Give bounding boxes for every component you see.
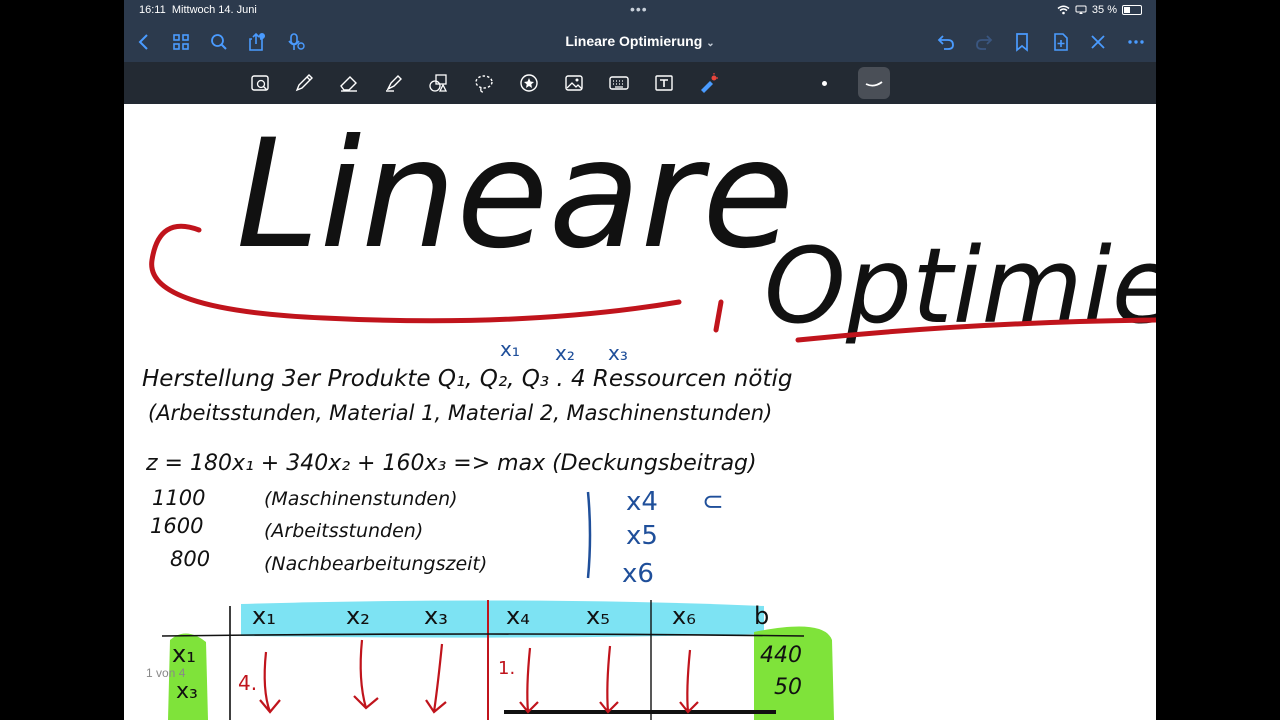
tableau-b-value: 440: [760, 643, 802, 668]
var-x2-top: x₂: [555, 341, 575, 365]
constraint-value: 1600: [150, 514, 203, 538]
ipad-screen: 16:11 Mittwoch 14. Juni ••• 35 % Lineare…: [124, 0, 1156, 720]
slack-var: x5: [626, 521, 658, 551]
undo-icon[interactable]: [934, 30, 958, 54]
tableau-header: x₂: [346, 602, 370, 630]
pen-size-dot-icon[interactable]: [822, 81, 827, 86]
note-line-resources: (Arbeitsstunden, Material 1, Material 2,…: [148, 401, 772, 425]
multitasking-dots[interactable]: •••: [630, 1, 648, 17]
close-icon[interactable]: [1086, 30, 1110, 54]
constraint-label: (Arbeitsstunden): [264, 520, 423, 542]
var-x1-top: x₁: [500, 337, 520, 361]
top-navigation: 16:11 Mittwoch 14. Juni ••• 35 % Lineare…: [124, 0, 1156, 62]
constraint-label: (Nachbearbeitungszeit): [264, 553, 487, 575]
tableau-header: x₆: [672, 602, 696, 630]
tableau-header: x₃: [424, 602, 448, 630]
title-chevron-down-icon: ⌄: [706, 38, 715, 49]
text-box-icon[interactable]: [651, 70, 677, 96]
slack-var: x6: [622, 559, 654, 589]
tableau-cell-mark: 1.: [498, 658, 515, 679]
screen-mirror-icon: [1075, 5, 1087, 14]
note-line-production: Herstellung 3er Produkte Q₁, Q₂, Q₃ . 4 …: [142, 366, 792, 392]
tableau-cell-mark: 4.: [238, 671, 257, 695]
constraint-value: 1100: [152, 486, 205, 510]
tableau-header: x₁: [252, 602, 276, 630]
handwritten-note-canvas[interactable]: Lineare Optimieru x₁ x₂ x₃ Herstellung 3…: [124, 104, 1156, 720]
slack-var: x4: [626, 487, 658, 517]
title-lineare: Lineare: [236, 108, 794, 282]
var-x3-top: x₃: [608, 341, 628, 365]
bookmark-icon[interactable]: [1010, 30, 1034, 54]
highlighter-icon[interactable]: [381, 70, 407, 96]
status-right: 35 %: [1057, 4, 1142, 16]
document-title[interactable]: Lineare Optimierung ⌄: [124, 33, 1156, 49]
pen-style-selected[interactable]: [858, 67, 890, 99]
wifi-icon: [1057, 5, 1070, 15]
constraint-label: (Maschinenstunden): [264, 488, 458, 510]
page-indicator: 1 von 4: [146, 666, 186, 680]
tableau-header: x₄: [506, 602, 530, 630]
laser-pointer-icon[interactable]: [695, 70, 721, 96]
constraint-value: 800: [170, 547, 210, 571]
tableau-row-label: x₃: [176, 679, 198, 704]
pen-icon[interactable]: [291, 70, 317, 96]
image-icon[interactable]: [561, 70, 587, 96]
lasso-icon[interactable]: [471, 70, 497, 96]
add-page-icon[interactable]: [1049, 30, 1073, 54]
slack-mark: ⊂: [702, 487, 724, 517]
keyboard-icon[interactable]: [606, 70, 632, 96]
nav-row: Lineare Optimierung ⌄: [124, 24, 1156, 60]
status-bar: 16:11 Mittwoch 14. Juni ••• 35 %: [124, 0, 1156, 22]
green-b-column-highlight: [754, 626, 834, 720]
tableau-header: x₅: [586, 602, 610, 630]
drawing-toolbar: [124, 62, 1156, 104]
lasso-zoom-icon[interactable]: [247, 70, 273, 96]
battery-percent: 35 %: [1091, 4, 1117, 16]
objective-function: z = 180x₁ + 340x₂ + 160x₃ => max (Deckun…: [145, 451, 757, 476]
tableau-b-value: 50: [774, 675, 802, 700]
eraser-icon[interactable]: [336, 70, 362, 96]
sticker-icon[interactable]: [516, 70, 542, 96]
tableau-header: b: [754, 602, 769, 630]
status-time: 16:11 Mittwoch 14. Juni: [139, 4, 257, 16]
more-icon[interactable]: [1124, 30, 1148, 54]
tableau-row-label: x₁: [172, 640, 196, 668]
battery-icon: [1122, 5, 1142, 15]
redo-icon[interactable]: [972, 30, 996, 54]
shapes-icon[interactable]: [426, 70, 452, 96]
